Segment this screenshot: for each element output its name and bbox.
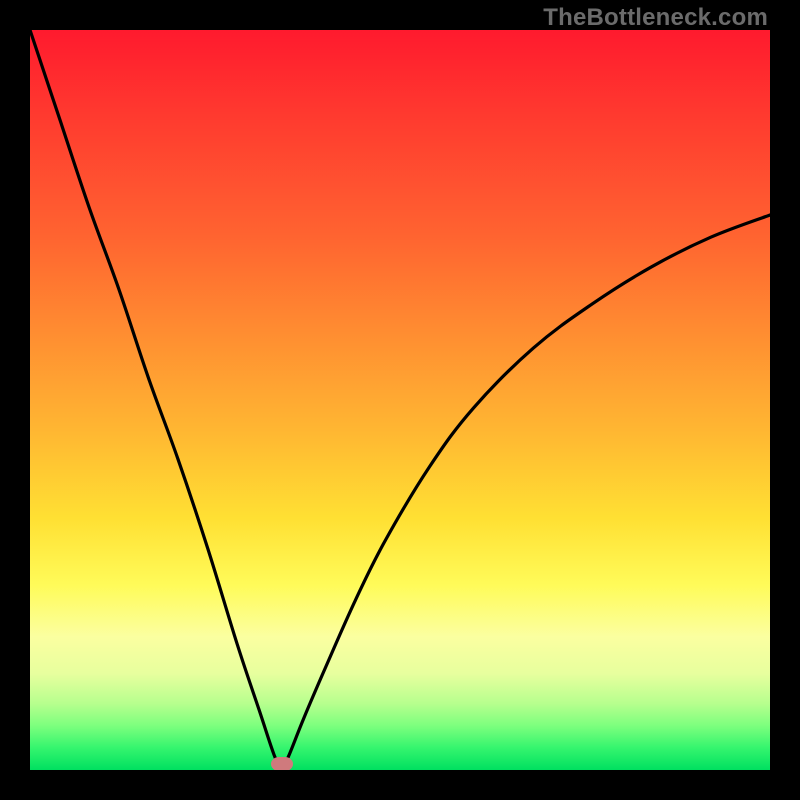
dip-marker [271,757,293,770]
bottleneck-curve [30,30,770,770]
plot-area [30,30,770,770]
chart-frame: TheBottleneck.com [0,0,800,800]
attribution-text: TheBottleneck.com [543,4,768,32]
